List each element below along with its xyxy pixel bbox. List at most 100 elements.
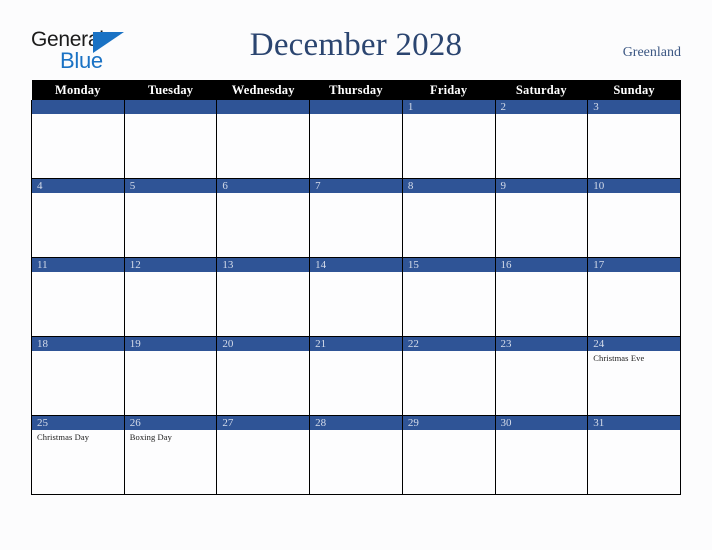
day-events xyxy=(217,272,309,336)
calendar-weekday-header-row: Monday Tuesday Wednesday Thursday Friday… xyxy=(31,80,681,100)
weekday-header-saturday: Saturday xyxy=(495,80,588,100)
day-number: 2 xyxy=(495,100,588,114)
calendar-empty-cell[interactable] xyxy=(216,100,311,179)
holiday-label: Christmas Day xyxy=(37,432,90,442)
day-number: 16 xyxy=(495,258,588,272)
calendar-empty-cell[interactable] xyxy=(309,100,403,179)
day-events xyxy=(310,272,402,336)
day-number: 23 xyxy=(495,337,588,351)
day-number: 25 xyxy=(32,416,124,430)
day-number: 6 xyxy=(217,179,310,193)
calendar-day-cell[interactable]: 2 xyxy=(494,100,589,179)
calendar-grid: Monday Tuesday Wednesday Thursday Friday… xyxy=(31,80,681,495)
day-events xyxy=(217,430,309,494)
day-events xyxy=(32,193,124,257)
calendar-day-cell[interactable]: 31 xyxy=(587,415,681,495)
calendar-empty-cell[interactable] xyxy=(123,100,218,179)
day-number: 13 xyxy=(217,258,310,272)
day-number: 14 xyxy=(310,258,402,272)
day-events xyxy=(588,272,680,336)
calendar-week-row: 18 19 20 21 22 23 24 Christmas Eve xyxy=(31,336,681,416)
day-events xyxy=(310,114,402,178)
day-number: 21 xyxy=(310,337,402,351)
day-events xyxy=(217,193,309,257)
day-number: 17 xyxy=(588,258,680,272)
calendar-empty-cell[interactable] xyxy=(31,100,125,179)
day-number: 12 xyxy=(124,258,217,272)
day-events xyxy=(588,430,680,494)
calendar-day-cell[interactable]: 18 xyxy=(31,336,125,416)
calendar-day-cell[interactable]: 21 xyxy=(309,336,403,416)
calendar-day-cell[interactable]: 27 xyxy=(216,415,311,495)
day-events xyxy=(496,114,588,178)
day-events xyxy=(125,272,217,336)
calendar-day-cell[interactable]: 1 xyxy=(401,100,496,179)
calendar-day-cell[interactable]: 28 xyxy=(309,415,403,495)
calendar-week-row: 4 5 6 7 8 9 10 xyxy=(31,178,681,258)
day-events xyxy=(496,351,588,415)
holiday-label: Boxing Day xyxy=(129,432,173,442)
day-events: Christmas Eve xyxy=(588,351,680,415)
calendar-day-cell[interactable]: 17 xyxy=(587,257,681,337)
day-events xyxy=(588,193,680,257)
calendar-day-cell[interactable]: 13 xyxy=(216,257,311,337)
calendar-day-cell[interactable]: 16 xyxy=(494,257,589,337)
calendar-day-cell[interactable]: 20 xyxy=(216,336,311,416)
calendar-day-cell[interactable]: 7 xyxy=(309,178,403,258)
day-number: 19 xyxy=(124,337,217,351)
day-number: 5 xyxy=(124,179,217,193)
calendar-day-cell[interactable]: 8 xyxy=(401,178,496,258)
day-number: 31 xyxy=(588,416,680,430)
calendar-day-cell[interactable]: 29 xyxy=(401,415,496,495)
day-number: 30 xyxy=(495,416,588,430)
calendar-day-cell[interactable]: 26 Boxing Day xyxy=(123,415,218,495)
calendar-day-cell[interactable]: 3 xyxy=(587,100,681,179)
day-number: 3 xyxy=(588,100,680,114)
day-number: 10 xyxy=(588,179,680,193)
day-number: 8 xyxy=(402,179,495,193)
day-number: 20 xyxy=(217,337,310,351)
day-events xyxy=(32,114,124,178)
calendar-day-cell[interactable]: 12 xyxy=(123,257,218,337)
calendar-day-cell[interactable]: 19 xyxy=(123,336,218,416)
day-events xyxy=(125,351,217,415)
calendar-day-cell[interactable]: 22 xyxy=(401,336,496,416)
day-number: 15 xyxy=(402,258,495,272)
day-events xyxy=(403,351,495,415)
calendar-day-cell[interactable]: 14 xyxy=(309,257,403,337)
day-number: 7 xyxy=(310,179,402,193)
calendar-day-cell[interactable]: 4 xyxy=(31,178,125,258)
page-header: General Blue December 2028 Greenland xyxy=(0,0,712,80)
calendar-day-cell[interactable]: 25 Christmas Day xyxy=(31,415,125,495)
day-events xyxy=(496,272,588,336)
day-number: 22 xyxy=(402,337,495,351)
calendar-day-cell[interactable]: 30 xyxy=(494,415,589,495)
calendar-day-cell[interactable]: 23 xyxy=(494,336,589,416)
day-number: 28 xyxy=(310,416,402,430)
day-number: 29 xyxy=(402,416,495,430)
calendar-day-cell[interactable]: 9 xyxy=(494,178,589,258)
calendar-day-cell[interactable]: 11 xyxy=(31,257,125,337)
day-number xyxy=(217,100,310,114)
day-events xyxy=(125,114,217,178)
calendar-day-cell[interactable]: 24 Christmas Eve xyxy=(587,336,681,416)
day-number: 9 xyxy=(495,179,588,193)
weekday-header-wednesday: Wednesday xyxy=(216,80,310,100)
calendar-day-cell[interactable]: 6 xyxy=(216,178,311,258)
day-events xyxy=(32,272,124,336)
day-events xyxy=(403,114,495,178)
day-events xyxy=(32,351,124,415)
region-label: Greenland xyxy=(622,45,681,60)
calendar-day-cell[interactable]: 10 xyxy=(587,178,681,258)
day-events xyxy=(403,430,495,494)
page-title: December 2028 xyxy=(249,27,463,63)
day-number: 1 xyxy=(402,100,495,114)
weekday-header-thursday: Thursday xyxy=(309,80,403,100)
day-number xyxy=(124,100,217,114)
calendar-day-cell[interactable]: 15 xyxy=(401,257,496,337)
calendar-day-cell[interactable]: 5 xyxy=(123,178,218,258)
weekday-header-sunday: Sunday xyxy=(587,80,681,100)
calendar-week-row: 123 xyxy=(31,100,681,179)
weekday-header-friday: Friday xyxy=(402,80,496,100)
calendar-week-row: 11 12 13 14 15 16 17 xyxy=(31,257,681,337)
